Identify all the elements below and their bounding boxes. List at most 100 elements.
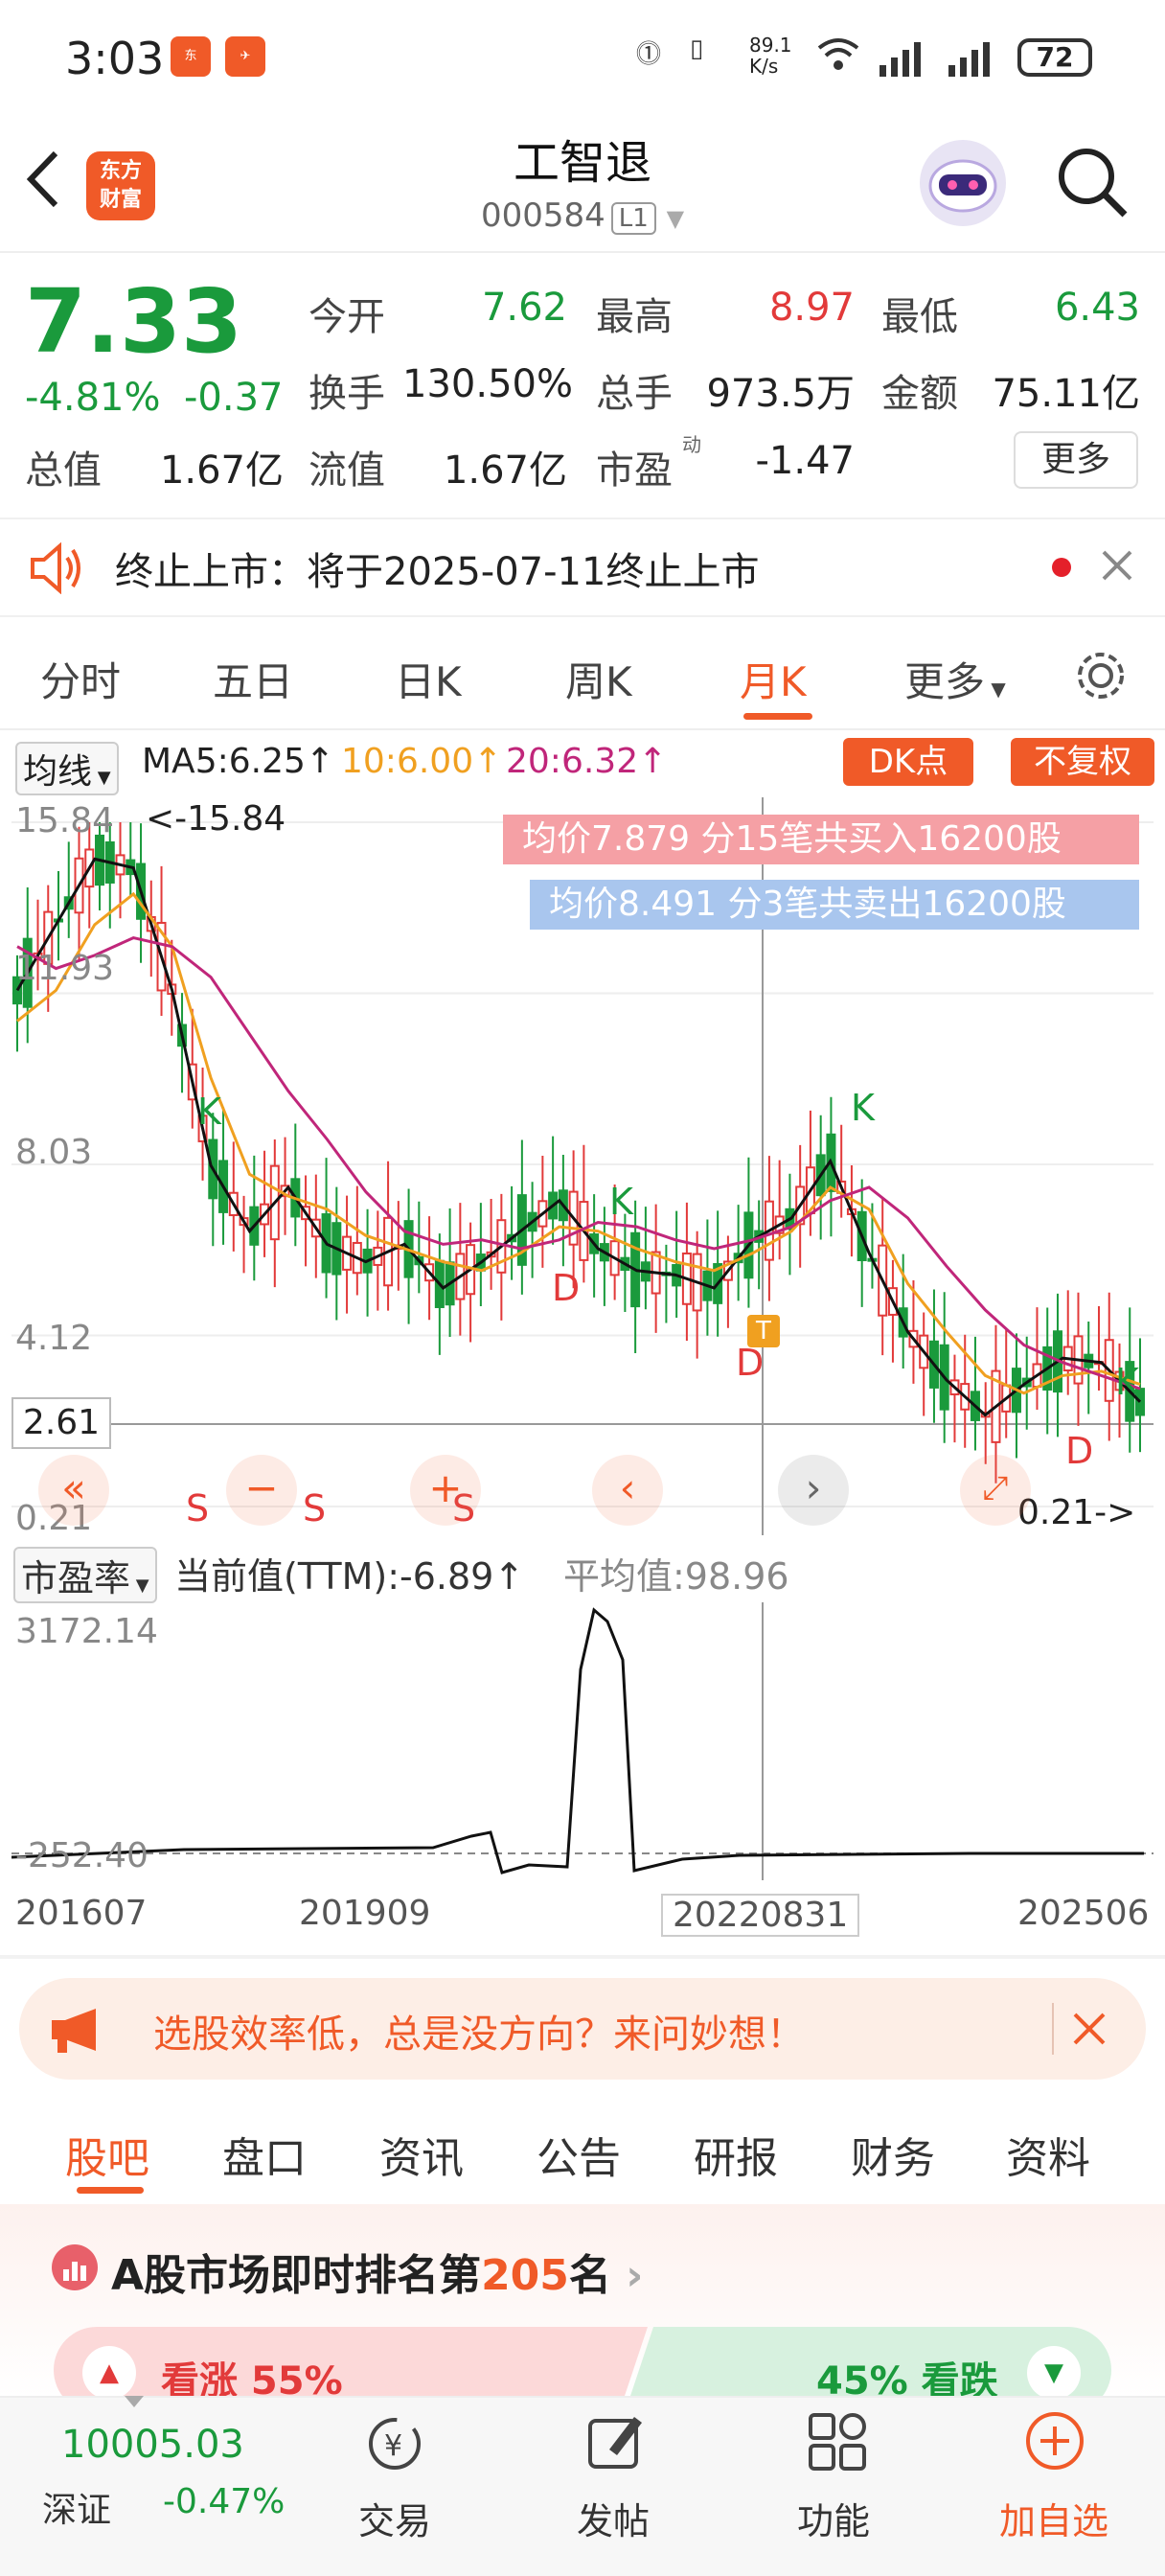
d-mark: D — [1065, 1430, 1094, 1472]
x-label: 201607 — [15, 1894, 148, 1933]
vibrate-icon: ▯ — [690, 34, 704, 63]
tab-financials[interactable]: 财务 — [851, 2124, 935, 2185]
zoom-in-button[interactable]: + — [410, 1455, 481, 1526]
tab-announcements[interactable]: 公告 — [537, 2124, 621, 2185]
section-divider — [0, 1955, 1165, 1959]
pe-line — [11, 1607, 1144, 1874]
index-value[interactable]: 10005.03 — [61, 2423, 244, 2467]
index-name: 深证 — [42, 2491, 112, 2530]
close-icon[interactable] — [1100, 548, 1134, 586]
nav-add-watchlist[interactable]: 加自选 — [977, 2492, 1131, 2544]
ma5-value: MA5:6.25↑ — [142, 742, 335, 781]
chevron-down-icon: ▼ — [666, 205, 685, 232]
tab-order-book[interactable]: 盘口 — [222, 2124, 307, 2185]
adjust-mode-button[interactable]: 不复权 — [1011, 738, 1154, 786]
hd-icon: ⓵ — [636, 40, 662, 69]
caret-down-icon: ▼ — [985, 678, 1006, 701]
pe-chart[interactable] — [11, 1602, 1154, 1880]
tab-underline — [743, 713, 812, 720]
volume-value: 973.5万 — [706, 372, 855, 416]
svg-text:¥: ¥ — [384, 2429, 402, 2463]
tab-forum[interactable]: 股吧 — [65, 2124, 149, 2185]
settings-gear-icon[interactable] — [1073, 648, 1129, 707]
float-value: 1.67亿 — [443, 448, 567, 493]
current-price: 7.33 — [25, 270, 242, 373]
unread-dot — [1052, 558, 1071, 577]
assistant-robot-icon[interactable] — [920, 140, 1006, 226]
float-label: 流值 — [308, 448, 385, 493]
promo-divider — [1052, 2003, 1054, 2055]
k-mark: K — [197, 1091, 221, 1133]
volume-label: 总手 — [596, 372, 673, 416]
x-label-crosshair: 20220831 — [661, 1894, 860, 1937]
nav-post[interactable]: 发帖 — [537, 2492, 690, 2544]
k-mark: K — [1115, 1361, 1139, 1403]
tab-monthly-k[interactable]: 月K — [740, 650, 807, 708]
y-label-4: 4.12 — [15, 1319, 93, 1358]
tabs-divider — [0, 728, 1165, 730]
functions-grid-icon[interactable] — [807, 2411, 868, 2476]
dk-point-button[interactable]: DK点 — [843, 738, 973, 786]
clock: 3:03 — [65, 33, 165, 84]
notice-text: 终止上市：将于2025-07-11终止上市 — [115, 550, 760, 594]
promo-text: 选股效率低，总是没方向？来问妙想！ — [153, 2012, 805, 2057]
nav-trade[interactable]: 交易 — [318, 2492, 471, 2544]
tab-more[interactable]: 更多 ▼ — [904, 650, 1006, 708]
fullscreen-button[interactable]: ⤢ — [960, 1455, 1031, 1526]
market-rank[interactable]: A股市场即时排名第205名 › — [111, 2241, 643, 2302]
vote-up-button[interactable]: ▲ — [82, 2346, 136, 2400]
close-icon[interactable] — [1071, 2011, 1108, 2051]
change-pct: -4.81% — [25, 376, 161, 420]
high-value: 8.97 — [768, 286, 855, 330]
scroll-right-button[interactable]: › — [778, 1455, 849, 1526]
indicator-label: 均线 — [23, 752, 93, 792]
tab-news[interactable]: 资讯 — [379, 2124, 464, 2185]
pe-selector-label: 市盈率 — [21, 1557, 131, 1599]
pe-label: 市盈 — [596, 448, 673, 493]
header-divider — [0, 251, 1165, 253]
trade-icon[interactable]: ¥ — [362, 2413, 429, 2478]
chevron-right-icon: › — [626, 2251, 644, 2300]
x-label: 202506 — [1017, 1894, 1150, 1933]
y-label-2: 11.93 — [15, 949, 115, 988]
mktcap-value: 1.67亿 — [159, 448, 284, 493]
pe-selector[interactable]: 市盈率 ▼ — [13, 1547, 157, 1603]
caret-down-icon: ▼ — [130, 1576, 149, 1596]
speaker-icon — [29, 541, 82, 598]
amount-label: 金额 — [881, 372, 958, 416]
ma-line-2 — [16, 936, 1141, 1391]
tab-research[interactable]: 研报 — [694, 2124, 778, 2185]
crosshair-price: 2.61 — [11, 1397, 111, 1449]
open-value: 7.62 — [481, 286, 567, 330]
pe-max-label: 3172.14 — [15, 1612, 158, 1651]
scroll-left-button[interactable]: ‹ — [592, 1455, 663, 1526]
nav-functions[interactable]: 功能 — [757, 2492, 910, 2544]
rank-number: 205 — [481, 2251, 569, 2300]
level-badge: L1 — [610, 202, 656, 235]
high-label: 最高 — [596, 295, 673, 339]
ma20-value: 20:6.32↑ — [506, 742, 668, 781]
scroll-left-fast-button[interactable]: « — [38, 1455, 109, 1526]
turnover-label: 换手 — [308, 372, 385, 416]
zoom-out-button[interactable]: − — [226, 1455, 297, 1526]
tab-profile[interactable]: 资料 — [1006, 2124, 1090, 2185]
search-icon[interactable] — [1054, 144, 1131, 224]
tab-daily-k[interactable]: 日K — [395, 650, 462, 708]
caret-down-icon: ▼ — [92, 768, 111, 788]
tab-underline — [77, 2187, 144, 2194]
max-marker: <-15.84 — [146, 799, 286, 839]
tab-more-label: 更多 — [904, 658, 986, 705]
t-mark: T — [747, 1315, 780, 1347]
amount-value: 75.11亿 — [992, 372, 1140, 416]
vote-down-button[interactable]: ▼ — [1027, 2346, 1081, 2400]
open-label: 今开 — [308, 295, 385, 339]
post-edit-icon[interactable] — [584, 2411, 646, 2476]
tab-five-day[interactable]: 五日 — [213, 650, 293, 708]
more-button[interactable]: 更多 — [1014, 431, 1138, 489]
add-watchlist-icon[interactable] — [1023, 2409, 1086, 2476]
status-bar: 3:03 东 ✈ ⓵ ▯ 89.1 K/s 72 — [0, 0, 1165, 115]
indicator-selector[interactable]: 均线 ▼ — [15, 742, 119, 795]
tab-weekly-k[interactable]: 周K — [565, 650, 632, 708]
k-mark: K — [851, 1087, 875, 1129]
tab-intraday[interactable]: 分时 — [40, 650, 121, 708]
